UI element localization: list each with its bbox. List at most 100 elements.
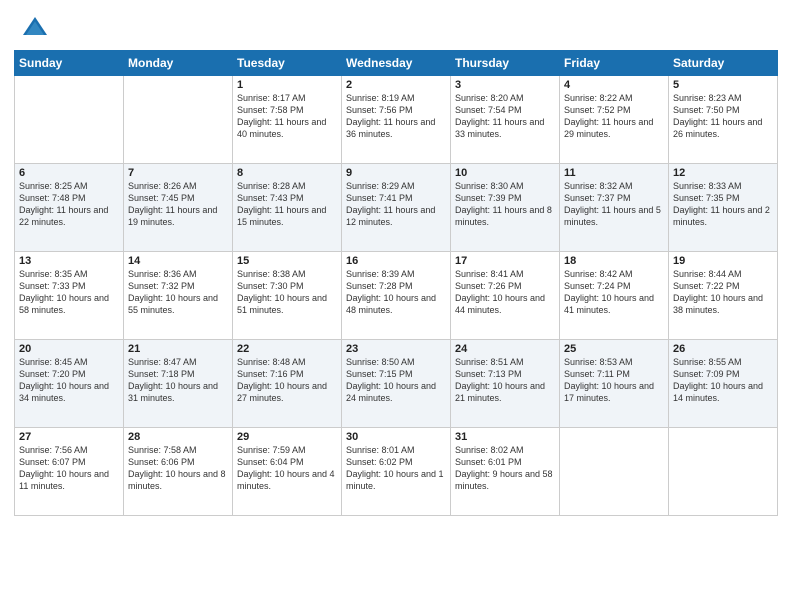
day-cell: 25Sunrise: 8:53 AM Sunset: 7:11 PM Dayli… [560, 340, 669, 428]
day-cell: 28Sunrise: 7:58 AM Sunset: 6:06 PM Dayli… [124, 428, 233, 516]
day-number: 8 [237, 167, 337, 179]
header-cell-tuesday: Tuesday [233, 51, 342, 76]
day-cell: 21Sunrise: 8:47 AM Sunset: 7:18 PM Dayli… [124, 340, 233, 428]
day-number: 7 [128, 167, 228, 179]
day-number: 24 [455, 343, 555, 355]
day-number: 28 [128, 431, 228, 443]
day-number: 22 [237, 343, 337, 355]
day-info: Sunrise: 8:39 AM Sunset: 7:28 PM Dayligh… [346, 268, 446, 317]
day-cell: 13Sunrise: 8:35 AM Sunset: 7:33 PM Dayli… [15, 252, 124, 340]
day-number: 30 [346, 431, 446, 443]
day-info: Sunrise: 8:45 AM Sunset: 7:20 PM Dayligh… [19, 356, 119, 405]
day-cell: 27Sunrise: 7:56 AM Sunset: 6:07 PM Dayli… [15, 428, 124, 516]
day-cell: 7Sunrise: 8:26 AM Sunset: 7:45 PM Daylig… [124, 164, 233, 252]
day-number: 19 [673, 255, 773, 267]
day-info: Sunrise: 8:22 AM Sunset: 7:52 PM Dayligh… [564, 92, 664, 141]
day-number: 23 [346, 343, 446, 355]
day-info: Sunrise: 8:19 AM Sunset: 7:56 PM Dayligh… [346, 92, 446, 141]
day-cell: 11Sunrise: 8:32 AM Sunset: 7:37 PM Dayli… [560, 164, 669, 252]
calendar-table: SundayMondayTuesdayWednesdayThursdayFrid… [14, 50, 778, 516]
day-cell: 16Sunrise: 8:39 AM Sunset: 7:28 PM Dayli… [342, 252, 451, 340]
day-cell: 15Sunrise: 8:38 AM Sunset: 7:30 PM Dayli… [233, 252, 342, 340]
day-cell [669, 428, 778, 516]
header-cell-sunday: Sunday [15, 51, 124, 76]
logo [20, 14, 56, 44]
calendar-body: 1Sunrise: 8:17 AM Sunset: 7:58 PM Daylig… [15, 76, 778, 516]
calendar-container: SundayMondayTuesdayWednesdayThursdayFrid… [14, 50, 778, 516]
week-row-0: 1Sunrise: 8:17 AM Sunset: 7:58 PM Daylig… [15, 76, 778, 164]
day-cell: 19Sunrise: 8:44 AM Sunset: 7:22 PM Dayli… [669, 252, 778, 340]
day-cell: 12Sunrise: 8:33 AM Sunset: 7:35 PM Dayli… [669, 164, 778, 252]
day-number: 1 [237, 79, 337, 91]
day-cell: 26Sunrise: 8:55 AM Sunset: 7:09 PM Dayli… [669, 340, 778, 428]
day-number: 14 [128, 255, 228, 267]
day-info: Sunrise: 8:01 AM Sunset: 6:02 PM Dayligh… [346, 444, 446, 493]
header-cell-wednesday: Wednesday [342, 51, 451, 76]
day-cell: 4Sunrise: 8:22 AM Sunset: 7:52 PM Daylig… [560, 76, 669, 164]
day-number: 16 [346, 255, 446, 267]
day-info: Sunrise: 7:56 AM Sunset: 6:07 PM Dayligh… [19, 444, 119, 493]
header-cell-monday: Monday [124, 51, 233, 76]
day-info: Sunrise: 8:50 AM Sunset: 7:15 PM Dayligh… [346, 356, 446, 405]
day-info: Sunrise: 8:28 AM Sunset: 7:43 PM Dayligh… [237, 180, 337, 229]
day-cell: 6Sunrise: 8:25 AM Sunset: 7:48 PM Daylig… [15, 164, 124, 252]
day-number: 26 [673, 343, 773, 355]
day-cell: 24Sunrise: 8:51 AM Sunset: 7:13 PM Dayli… [451, 340, 560, 428]
day-info: Sunrise: 8:20 AM Sunset: 7:54 PM Dayligh… [455, 92, 555, 141]
day-number: 31 [455, 431, 555, 443]
day-number: 11 [564, 167, 664, 179]
day-number: 27 [19, 431, 119, 443]
day-info: Sunrise: 8:51 AM Sunset: 7:13 PM Dayligh… [455, 356, 555, 405]
header-cell-friday: Friday [560, 51, 669, 76]
day-number: 13 [19, 255, 119, 267]
day-info: Sunrise: 8:36 AM Sunset: 7:32 PM Dayligh… [128, 268, 228, 317]
day-info: Sunrise: 8:41 AM Sunset: 7:26 PM Dayligh… [455, 268, 555, 317]
day-cell: 18Sunrise: 8:42 AM Sunset: 7:24 PM Dayli… [560, 252, 669, 340]
week-row-1: 6Sunrise: 8:25 AM Sunset: 7:48 PM Daylig… [15, 164, 778, 252]
day-info: Sunrise: 8:35 AM Sunset: 7:33 PM Dayligh… [19, 268, 119, 317]
day-number: 4 [564, 79, 664, 91]
day-number: 3 [455, 79, 555, 91]
day-cell: 22Sunrise: 8:48 AM Sunset: 7:16 PM Dayli… [233, 340, 342, 428]
day-info: Sunrise: 8:47 AM Sunset: 7:18 PM Dayligh… [128, 356, 228, 405]
day-cell: 14Sunrise: 8:36 AM Sunset: 7:32 PM Dayli… [124, 252, 233, 340]
week-row-4: 27Sunrise: 7:56 AM Sunset: 6:07 PM Dayli… [15, 428, 778, 516]
day-cell: 29Sunrise: 7:59 AM Sunset: 6:04 PM Dayli… [233, 428, 342, 516]
day-cell: 20Sunrise: 8:45 AM Sunset: 7:20 PM Dayli… [15, 340, 124, 428]
header-cell-saturday: Saturday [669, 51, 778, 76]
day-cell: 1Sunrise: 8:17 AM Sunset: 7:58 PM Daylig… [233, 76, 342, 164]
day-cell: 8Sunrise: 8:28 AM Sunset: 7:43 PM Daylig… [233, 164, 342, 252]
day-info: Sunrise: 8:17 AM Sunset: 7:58 PM Dayligh… [237, 92, 337, 141]
day-cell: 30Sunrise: 8:01 AM Sunset: 6:02 PM Dayli… [342, 428, 451, 516]
day-number: 18 [564, 255, 664, 267]
day-cell: 3Sunrise: 8:20 AM Sunset: 7:54 PM Daylig… [451, 76, 560, 164]
day-number: 10 [455, 167, 555, 179]
header [0, 0, 792, 50]
day-info: Sunrise: 8:55 AM Sunset: 7:09 PM Dayligh… [673, 356, 773, 405]
day-info: Sunrise: 8:44 AM Sunset: 7:22 PM Dayligh… [673, 268, 773, 317]
day-info: Sunrise: 8:26 AM Sunset: 7:45 PM Dayligh… [128, 180, 228, 229]
week-row-3: 20Sunrise: 8:45 AM Sunset: 7:20 PM Dayli… [15, 340, 778, 428]
header-row: SundayMondayTuesdayWednesdayThursdayFrid… [15, 51, 778, 76]
day-info: Sunrise: 8:53 AM Sunset: 7:11 PM Dayligh… [564, 356, 664, 405]
day-number: 20 [19, 343, 119, 355]
day-number: 29 [237, 431, 337, 443]
page: SundayMondayTuesdayWednesdayThursdayFrid… [0, 0, 792, 612]
day-info: Sunrise: 8:02 AM Sunset: 6:01 PM Dayligh… [455, 444, 555, 493]
day-cell [124, 76, 233, 164]
day-cell: 2Sunrise: 8:19 AM Sunset: 7:56 PM Daylig… [342, 76, 451, 164]
logo-icon [20, 14, 50, 44]
day-info: Sunrise: 7:59 AM Sunset: 6:04 PM Dayligh… [237, 444, 337, 493]
day-info: Sunrise: 8:25 AM Sunset: 7:48 PM Dayligh… [19, 180, 119, 229]
day-cell: 23Sunrise: 8:50 AM Sunset: 7:15 PM Dayli… [342, 340, 451, 428]
day-number: 17 [455, 255, 555, 267]
day-info: Sunrise: 8:33 AM Sunset: 7:35 PM Dayligh… [673, 180, 773, 229]
day-number: 15 [237, 255, 337, 267]
day-cell: 17Sunrise: 8:41 AM Sunset: 7:26 PM Dayli… [451, 252, 560, 340]
header-cell-thursday: Thursday [451, 51, 560, 76]
day-number: 12 [673, 167, 773, 179]
day-info: Sunrise: 8:29 AM Sunset: 7:41 PM Dayligh… [346, 180, 446, 229]
day-cell [560, 428, 669, 516]
day-cell: 31Sunrise: 8:02 AM Sunset: 6:01 PM Dayli… [451, 428, 560, 516]
day-number: 5 [673, 79, 773, 91]
